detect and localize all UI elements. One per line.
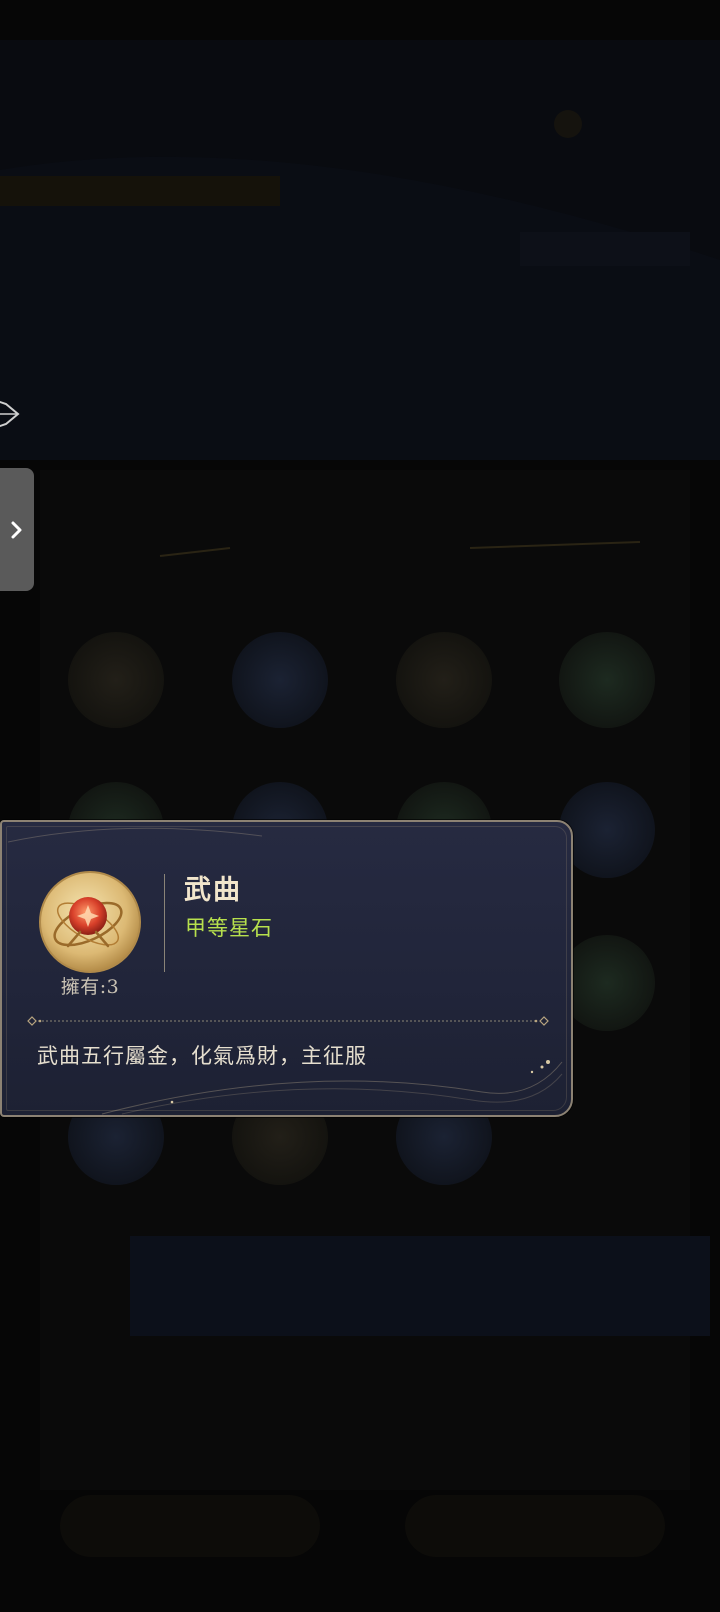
item-description: 武曲五行屬金，化氣爲財，主征服 (37, 1044, 367, 1068)
item-grade: 甲等星石 (185, 916, 273, 940)
item-detail-card: 擁有:3 武曲 甲等星石 武曲五行屬金，化氣爲財，主征服 (0, 820, 573, 1117)
chevron-right-icon (11, 521, 22, 538)
side-expand-tab[interactable] (0, 468, 34, 591)
horizontal-divider (27, 1016, 549, 1026)
vertical-divider (164, 874, 165, 972)
item-name: 武曲 (184, 875, 242, 906)
owned-count: 擁有:3 (60, 976, 120, 998)
star-stone-orb-icon (39, 871, 141, 973)
item-icon-frame[interactable] (38, 870, 142, 974)
game-background (0, 0, 720, 1612)
